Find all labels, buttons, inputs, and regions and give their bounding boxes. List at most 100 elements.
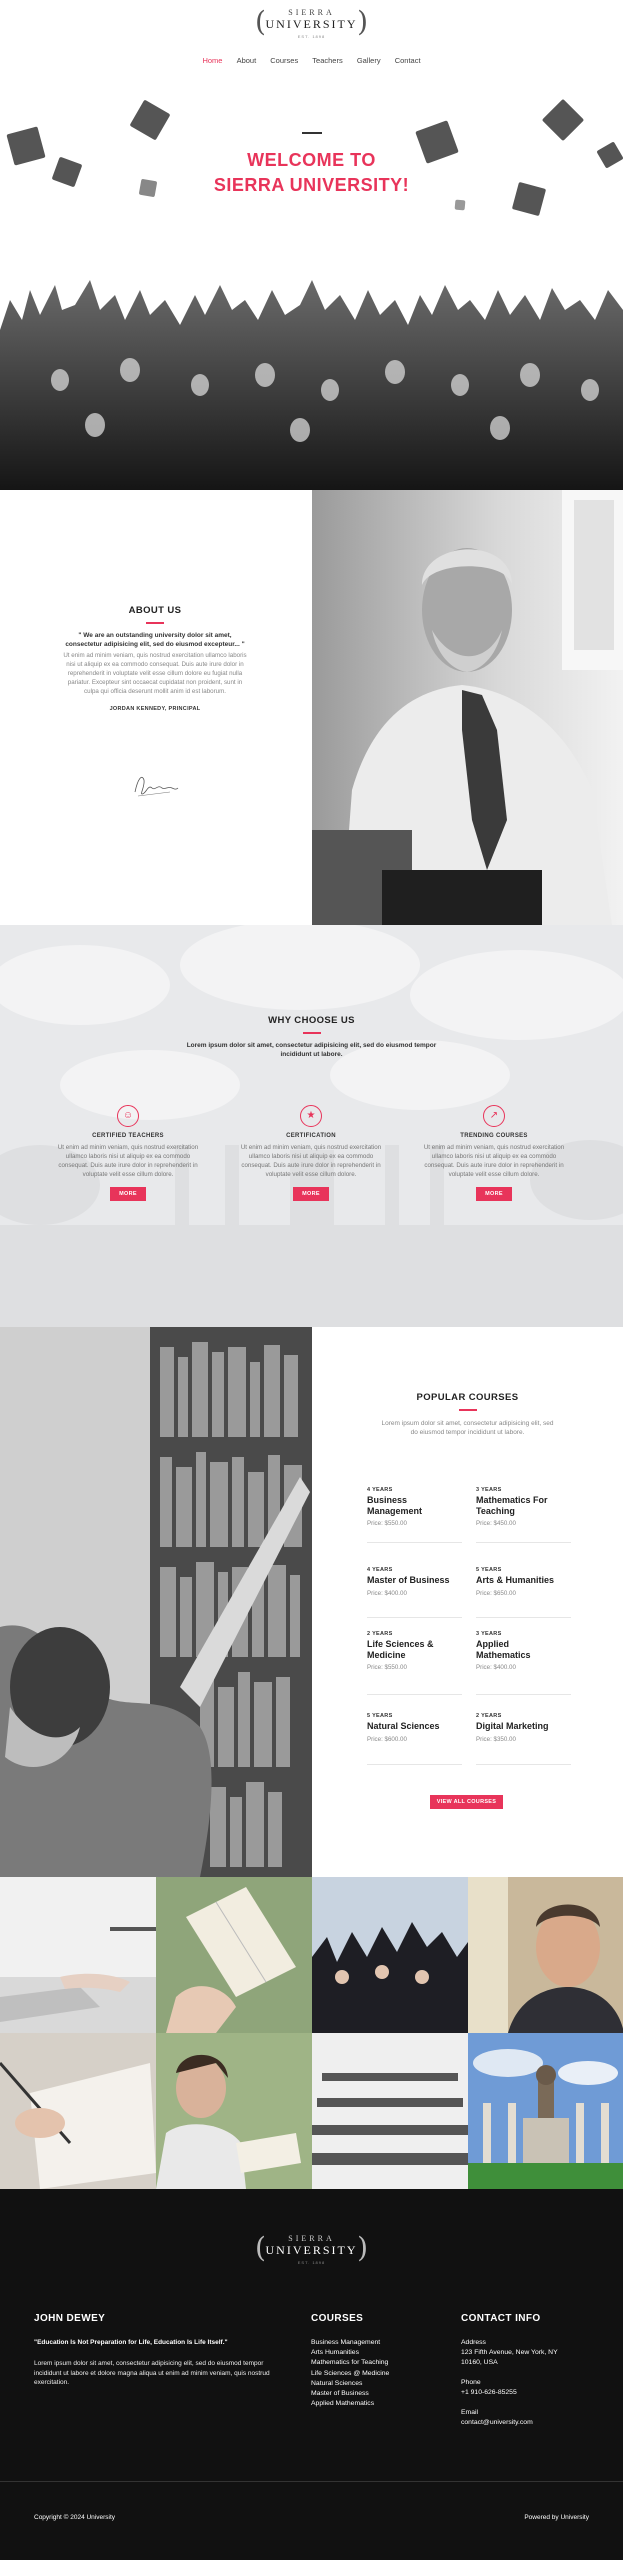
- footer-course-link[interactable]: Mathematics for Teaching: [311, 2358, 431, 2368]
- logo-right-bracket: ): [357, 2231, 368, 2264]
- gallery-tile-book[interactable]: [156, 1877, 312, 2033]
- course-name[interactable]: Business Management: [367, 1495, 457, 1516]
- view-all-courses-button[interactable]: VIEW ALL COURSES: [430, 1795, 503, 1809]
- nav-item-gallery[interactable]: Gallery: [357, 56, 381, 65]
- course-price: Price: $600.00: [367, 1735, 407, 1743]
- why-choose-us-section: WHY CHOOSE US Lorem ipsum dolor sit amet…: [0, 925, 623, 1327]
- nav-item-contact[interactable]: Contact: [395, 56, 421, 65]
- course-name[interactable]: Natural Sciences: [367, 1721, 457, 1732]
- footer-contact-info: Address 123 Fifth Avenue, New York, NY 1…: [461, 2338, 601, 2428]
- nav-item-home[interactable]: Home: [202, 56, 222, 65]
- about-body: Ut enim ad minim veniam, quis nostrud ex…: [63, 652, 247, 695]
- nav-item-about[interactable]: About: [237, 56, 257, 65]
- trending-icon: ↗: [483, 1105, 505, 1127]
- about-signatory: JORDAN KENNEDY, PRINCIPAL: [109, 706, 201, 712]
- address-line-2: 10160, USA: [461, 2359, 498, 2366]
- course-duration: 5 YEARS: [367, 1713, 393, 1719]
- photo-gallery: [0, 1877, 623, 2189]
- logo-line-3: EST. 1898: [297, 34, 326, 39]
- footer-course-link[interactable]: Applied Mathematics: [311, 2399, 431, 2409]
- course-separator: [367, 1764, 462, 1765]
- footer-course-link[interactable]: Master of Business: [311, 2389, 431, 2399]
- more-button[interactable]: MORE: [293, 1187, 329, 1201]
- gallery-tile-laptop[interactable]: [0, 1877, 156, 2033]
- footer-logo[interactable]: ( ) SIERRA UNIVERSITY EST. 1898: [255, 2231, 368, 2269]
- course-card[interactable]: 2 YEARS Life Sciences & Medicine Price: …: [367, 1631, 457, 1671]
- feature-title: CERTIFICATION: [286, 1133, 336, 1139]
- email-address[interactable]: contact@university.com: [461, 2418, 601, 2428]
- site-footer: ( ) SIERRA UNIVERSITY EST. 1898 JOHN DEW…: [0, 2189, 623, 2560]
- course-card[interactable]: 4 YEARS Business Management Price: $550.…: [367, 1487, 457, 1527]
- why-divider: [302, 1032, 321, 1034]
- course-name[interactable]: Master of Business: [367, 1575, 457, 1586]
- course-separator: [476, 1694, 571, 1695]
- about-title: ABOUT US: [128, 605, 182, 616]
- course-price: Price: $400.00: [367, 1589, 407, 1597]
- phone-label: Phone: [461, 2379, 481, 2386]
- logo-line-1: SIERRA: [288, 8, 335, 17]
- footer-text: Lorem ipsum dolor sit amet, consectetur …: [34, 2360, 270, 2386]
- course-name[interactable]: Digital Marketing: [476, 1721, 566, 1732]
- feature-certification: ★ CERTIFICATION Ut enim ad minim veniam,…: [236, 1105, 386, 1201]
- gallery-tile-university-columns[interactable]: [468, 2033, 623, 2189]
- course-card[interactable]: 3 YEARS Mathematics For Teaching Price: …: [476, 1487, 566, 1527]
- logo-left-bracket: (: [255, 5, 266, 38]
- popular-courses-section: POPULAR COURSES Lorem ipsum dolor sit am…: [0, 1327, 623, 1877]
- gallery-tile-lecture-hall[interactable]: [312, 2033, 468, 2189]
- course-price: Price: $450.00: [476, 1520, 516, 1527]
- logo-line-2: UNIVERSITY: [265, 2243, 358, 2257]
- about-section: ABOUT US " We are an outstanding univers…: [0, 490, 623, 925]
- gallery-tile-writing[interactable]: [0, 2033, 156, 2189]
- course-separator: [476, 1617, 571, 1618]
- gallery-tile-thinking-man[interactable]: [468, 1877, 623, 2033]
- footer-course-link[interactable]: Arts Humanities: [311, 2348, 431, 2358]
- course-duration: 4 YEARS: [367, 1567, 393, 1573]
- footer-course-list: Business Management Arts Humanities Math…: [311, 2338, 431, 2409]
- footer-col2-title: COURSES: [311, 2313, 364, 2324]
- logo-left-bracket: (: [255, 2231, 266, 2264]
- nav-item-courses[interactable]: Courses: [270, 56, 298, 65]
- course-separator: [367, 1617, 462, 1618]
- course-name[interactable]: Mathematics For Teaching: [476, 1495, 566, 1516]
- gallery-tile-graduates[interactable]: [312, 1877, 468, 2033]
- more-button[interactable]: MORE: [110, 1187, 146, 1201]
- about-content: ABOUT US " We are an outstanding univers…: [60, 605, 250, 712]
- course-separator: [367, 1694, 462, 1695]
- address-line-1: 123 Fifth Avenue, New York, NY: [461, 2349, 558, 2356]
- courses-header: POPULAR COURSES Lorem ipsum dolor sit am…: [360, 1392, 575, 1437]
- footer-contact-column: CONTACT INFO Address 123 Fifth Avenue, N…: [461, 2313, 601, 2428]
- certificate-icon: ★: [300, 1105, 322, 1127]
- library-student-image: [0, 1327, 312, 1877]
- nav-item-teachers[interactable]: Teachers: [312, 56, 342, 65]
- course-duration: 2 YEARS: [367, 1631, 393, 1637]
- course-name[interactable]: Life Sciences & Medicine: [367, 1639, 457, 1660]
- course-card[interactable]: 4 YEARS Master of Business Price: $400.0…: [367, 1567, 457, 1597]
- main-menu: Home About Courses Teachers Gallery Cont…: [0, 56, 623, 65]
- courses-divider: [458, 1409, 477, 1411]
- hero-divider: [302, 132, 322, 134]
- course-name[interactable]: Arts & Humanities: [476, 1575, 566, 1586]
- signature-image: [134, 776, 179, 797]
- course-card[interactable]: 2 YEARS Digital Marketing Price: $350.00: [476, 1713, 566, 1743]
- gallery-tile-reading-outdoors[interactable]: [156, 2033, 312, 2189]
- course-duration: 3 YEARS: [476, 1487, 502, 1493]
- site-logo[interactable]: ( ) SIERRA UNIVERSITY EST. 1898: [255, 5, 368, 43]
- hero-section: WELCOME TO SIERRA UNIVERSITY!: [0, 90, 623, 490]
- feature-trending-courses: ↗ TRENDING COURSES Ut enim ad minim veni…: [419, 1105, 569, 1201]
- footer-course-link[interactable]: Business Management: [311, 2338, 431, 2348]
- footer-course-link[interactable]: Life Sciences @ Medicine: [311, 2369, 431, 2379]
- footer-course-link[interactable]: Natural Sciences: [311, 2379, 431, 2389]
- logo-line-1: SIERRA: [288, 2234, 335, 2243]
- feature-text: Ut enim ad minim veniam, quis nostrud ex…: [240, 1144, 382, 1178]
- course-name[interactable]: Applied Mathematics: [476, 1639, 566, 1660]
- course-card[interactable]: 3 YEARS Applied Mathematics Price: $400.…: [476, 1631, 566, 1671]
- course-card[interactable]: 5 YEARS Natural Sciences Price: $600.00: [367, 1713, 457, 1743]
- footer-col3-title: CONTACT INFO: [461, 2313, 541, 2324]
- footer-quote: "Education Is Not Preparation for Life, …: [34, 2339, 228, 2346]
- more-button[interactable]: MORE: [476, 1187, 512, 1201]
- teacher-icon: ☺: [117, 1105, 139, 1127]
- feature-title: TRENDING COURSES: [460, 1133, 528, 1139]
- course-separator: [367, 1542, 462, 1543]
- course-card[interactable]: 5 YEARS Arts & Humanities Price: $650.00: [476, 1567, 566, 1597]
- phone-number[interactable]: +1 910-626-85255: [461, 2388, 601, 2398]
